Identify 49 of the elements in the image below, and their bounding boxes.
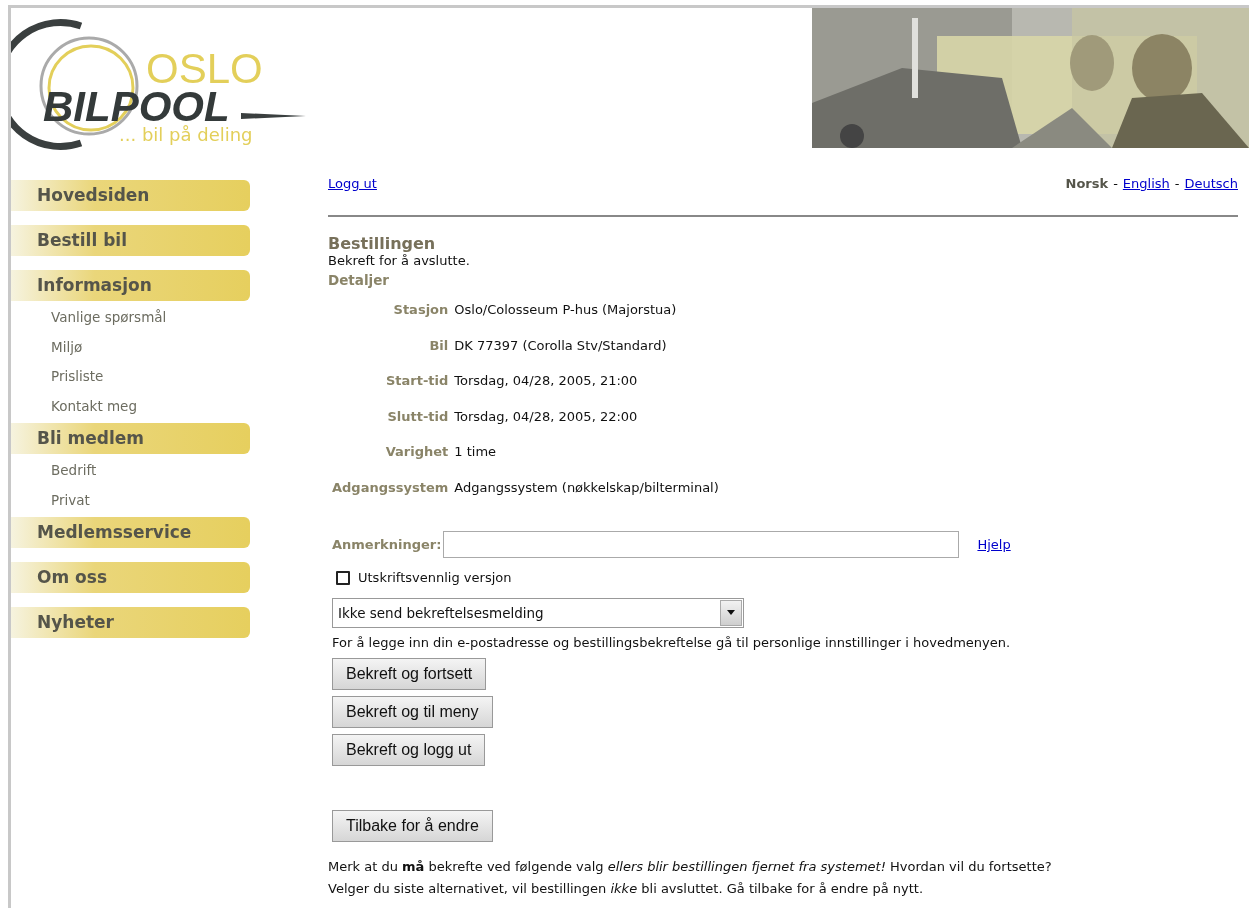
detail-label: Slutt-tid <box>386 407 449 426</box>
info-text: For å legge inn din e-postadresse og bestillingsbekreftelse gå til personlige innstillinger i hovedmenyen. <box>332 633 1012 652</box>
detail-value: 1 time <box>454 443 498 462</box>
separator: - <box>1174 175 1180 194</box>
confirm-button[interactable]: Bekreft og til meny <box>332 696 493 729</box>
detail-label: Start-tid <box>384 372 449 391</box>
language-link[interactable]: English <box>1122 174 1170 194</box>
nav-item[interactable]: Hovedsiden <box>11 180 250 211</box>
help-link[interactable]: Hjelp <box>977 535 1011 555</box>
section-heading: Detaljer <box>328 271 390 290</box>
confirm-button[interactable]: Bekreft og fortsett <box>332 658 487 691</box>
detail-value: Torsdag, 04/28, 2005, 22:00 <box>454 407 639 426</box>
remarks-field[interactable] <box>443 531 960 559</box>
logout-link[interactable]: Logg ut <box>328 174 377 194</box>
language-current: Norsk <box>1065 175 1109 194</box>
nav-item[interactable]: Informasjon <box>11 270 250 301</box>
nav-item[interactable]: Bli medlem <box>11 423 250 454</box>
checkbox[interactable] <box>336 571 350 585</box>
note-text: Merk at du må bekrefte ved følgende valg ellers blir bestillingen fjernet fra systemet! Hvordan vil du fortsette? <box>328 858 1053 877</box>
nav-subitem[interactable]: Miljø <box>11 332 250 362</box>
caret-icon <box>720 599 742 626</box>
field-label: Anmerkninger: <box>332 536 442 554</box>
language-link[interactable]: Deutsch <box>1184 174 1238 194</box>
detail-label: Bil <box>428 336 449 355</box>
nav-item[interactable]: Om oss <box>11 562 250 593</box>
detail-label: Varighet <box>384 443 449 462</box>
dropdown[interactable]: Ikke send bekreftelsesmelding <box>332 597 744 628</box>
subtitle: Bekreft for å avslutte. <box>328 253 471 268</box>
nav-subitem[interactable]: Privat <box>11 485 250 515</box>
checkbox-label: Utskriftsvennlig versjon <box>358 569 512 588</box>
separator: - <box>1113 175 1118 194</box>
back-button[interactable]: Tilbake for å endre <box>332 810 493 843</box>
nav-item[interactable]: Bestill bil <box>11 225 250 256</box>
detail-label: Adgangssystem <box>332 478 449 497</box>
nav-subitem[interactable]: Vanlige spørsmål <box>11 303 250 333</box>
nav-item[interactable]: Nyheter <box>11 607 250 638</box>
detail-value: Oslo/Colosseum P-hus (Majorstua) <box>454 301 678 320</box>
nav-item[interactable]: Medlemsservice <box>11 517 250 548</box>
nav-subitem[interactable]: Bedrift <box>11 456 250 486</box>
detail-label: Stasjon <box>392 301 449 320</box>
logo-text: OSLO <box>146 45 263 92</box>
detail-value: DK 77397 (Corolla Stv/Standard) <box>454 336 668 355</box>
note-text: Velger du siste alternativet, vil bestillingen ikke bli avsluttet. Gå tilbake for å endre på nytt. <box>328 880 925 899</box>
detail-value: Torsdag, 04/28, 2005, 21:00 <box>454 372 639 391</box>
confirm-button[interactable]: Bekreft og logg ut <box>332 734 486 767</box>
page-title: Bestillingen <box>328 235 437 253</box>
detail-value: Adgangssystem (nøkkelskap/bilterminal) <box>454 478 719 497</box>
nav-subitem[interactable]: Kontakt meg <box>11 391 250 421</box>
nav-subitem[interactable]: Prisliste <box>11 362 250 392</box>
